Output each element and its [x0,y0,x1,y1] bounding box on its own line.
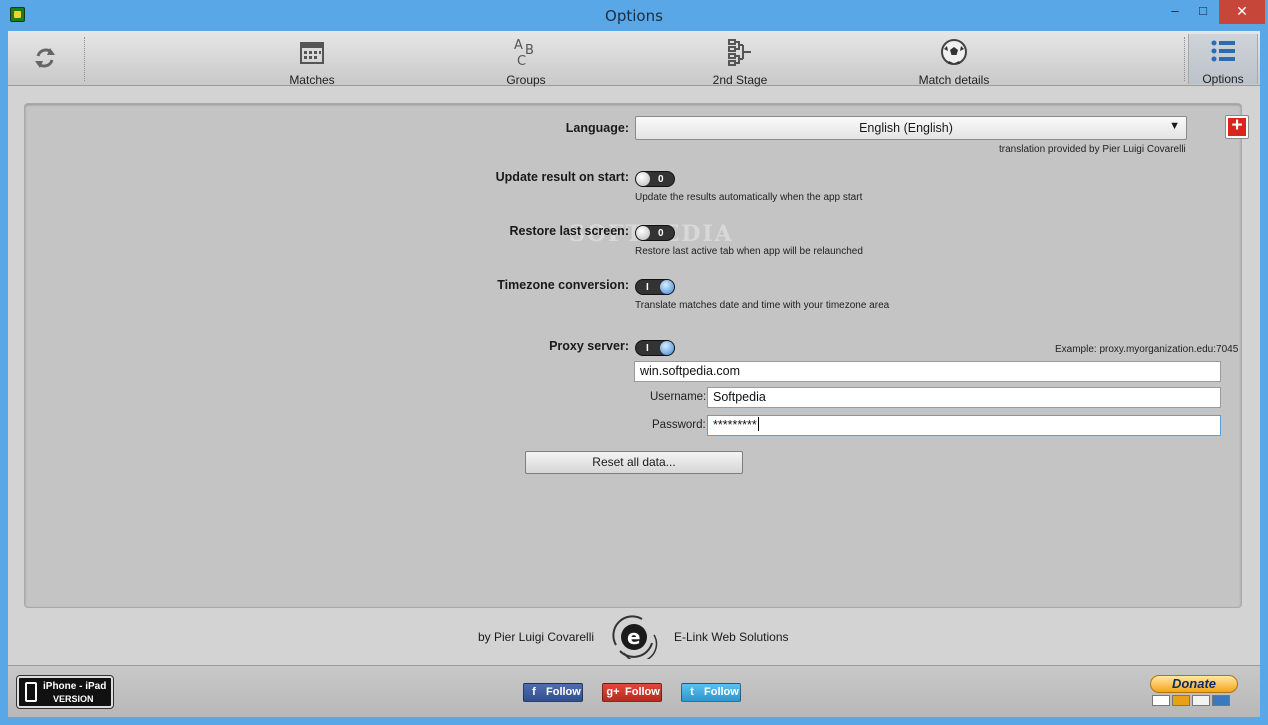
timezone-toggle[interactable]: I [635,279,675,295]
timezone-label: Timezone conversion: [497,278,629,292]
username-label: Username: [650,391,707,403]
language-select[interactable]: English (English) ▼ [635,116,1187,140]
update-hint: Update the results automatically when th… [635,192,863,203]
tab-label: 2nd Stage [712,73,768,87]
minimize-button[interactable]: – [1160,0,1190,24]
abc-icon: A B C [514,38,534,67]
svg-text:B: B [525,43,534,58]
iphone-ipad-version-button[interactable]: iPhone - iPad VERSION [16,675,114,709]
tab-label: Options [1202,72,1244,86]
svg-text:A: A [514,38,523,53]
toggle-knob [636,226,650,240]
toolbar: Matches A B C Groups 2nd Stage Match det… [8,31,1260,87]
toggle-knob [660,280,674,294]
toggle-state: 0 [658,174,664,185]
proxy-toggle[interactable]: I [635,340,675,356]
follow-label: Follow [704,686,739,698]
proxy-label: Proxy server: [549,339,629,353]
update-toggle[interactable]: 0 [635,171,675,187]
donate-label: Donate [1150,675,1238,693]
language-label: Language: [565,121,629,135]
credit-cards-icon [1152,695,1238,707]
facebook-icon: f [532,686,536,698]
tab-label: Groups [506,73,546,87]
googleplus-follow-button[interactable]: g+ Follow [602,683,662,702]
tab-options[interactable]: Options [1188,34,1258,86]
toggle-knob [660,341,674,355]
window-title: Options [605,7,663,25]
svg-text:e: e [627,625,641,649]
close-button[interactable]: ✕ [1219,0,1265,24]
list-icon [1211,40,1235,62]
proxy-example: Example: proxy.myorganization.edu:7045 [1055,344,1239,355]
company-credit: E-Link Web Solutions [674,630,789,644]
username-field[interactable]: Softpedia [707,387,1221,408]
donate-button[interactable]: Donate [1148,675,1240,709]
twitter-follow-button[interactable]: t Follow [681,683,741,702]
language-value: English (English) [859,121,953,135]
restore-toggle[interactable]: 0 [635,225,675,241]
facebook-follow-button[interactable]: f Follow [523,683,583,702]
chevron-down-icon: ▼ [1169,120,1180,132]
iphone-label: iPhone - iPad [43,681,107,692]
twitter-icon: t [690,686,694,698]
toggle-state: 0 [658,228,664,239]
text-caret [757,417,759,431]
bracket-icon [728,39,751,66]
tab-matches[interactable]: Matches [252,35,372,87]
password-label: Password: [652,419,706,431]
translation-credit: translation provided by Pier Luigi Covar… [999,144,1186,155]
tab-label: Match details [918,73,990,87]
proxy-host-field[interactable]: win.softpedia.com [634,361,1221,382]
toggle-state: I [646,343,649,354]
options-panel: SOFTPEDIA Language: English (English) ▼ … [24,103,1249,608]
phone-icon [25,682,37,702]
follow-label: Follow [625,686,660,698]
reset-all-data-button[interactable]: Reset all data... [525,451,743,474]
password-value: ********* [713,418,757,432]
maximize-button[interactable]: □ [1188,0,1218,24]
tab-label: Matches [289,73,335,87]
title-bar: Options – □ ✕ [0,0,1268,31]
tab-match-details[interactable]: Match details [894,35,1014,87]
tab-2nd-stage[interactable]: 2nd Stage [680,35,800,87]
refresh-icon[interactable] [30,43,60,73]
toolbar-separator [84,37,85,81]
app-client: Matches A B C Groups 2nd Stage Match det… [8,31,1260,717]
toggle-state: I [646,282,649,293]
author-credit: by Pier Luigi Covarelli [478,630,595,644]
googleplus-icon: g+ [606,686,620,698]
calendar-icon [300,42,324,64]
timezone-hint: Translate matches date and time with you… [635,300,890,311]
update-label: Update result on start: [495,170,629,184]
follow-label: Follow [546,686,581,698]
svg-text:C: C [517,54,526,67]
password-field[interactable]: ********* [707,415,1221,436]
version-label: VERSION [53,694,94,704]
restore-label: Restore last screen: [509,224,629,238]
toolbar-separator [1184,37,1185,81]
toggle-knob [636,172,650,186]
swiss-flag-icon[interactable] [1225,115,1249,139]
bottom-bar: iPhone - iPad VERSION f Follow g+ Follow t… [8,665,1260,717]
soccer-ball-icon [941,39,967,65]
elink-logo-icon[interactable]: e [612,615,658,659]
restore-hint: Restore last active tab when app will be… [635,246,863,257]
tab-groups[interactable]: A B C Groups [466,35,586,87]
